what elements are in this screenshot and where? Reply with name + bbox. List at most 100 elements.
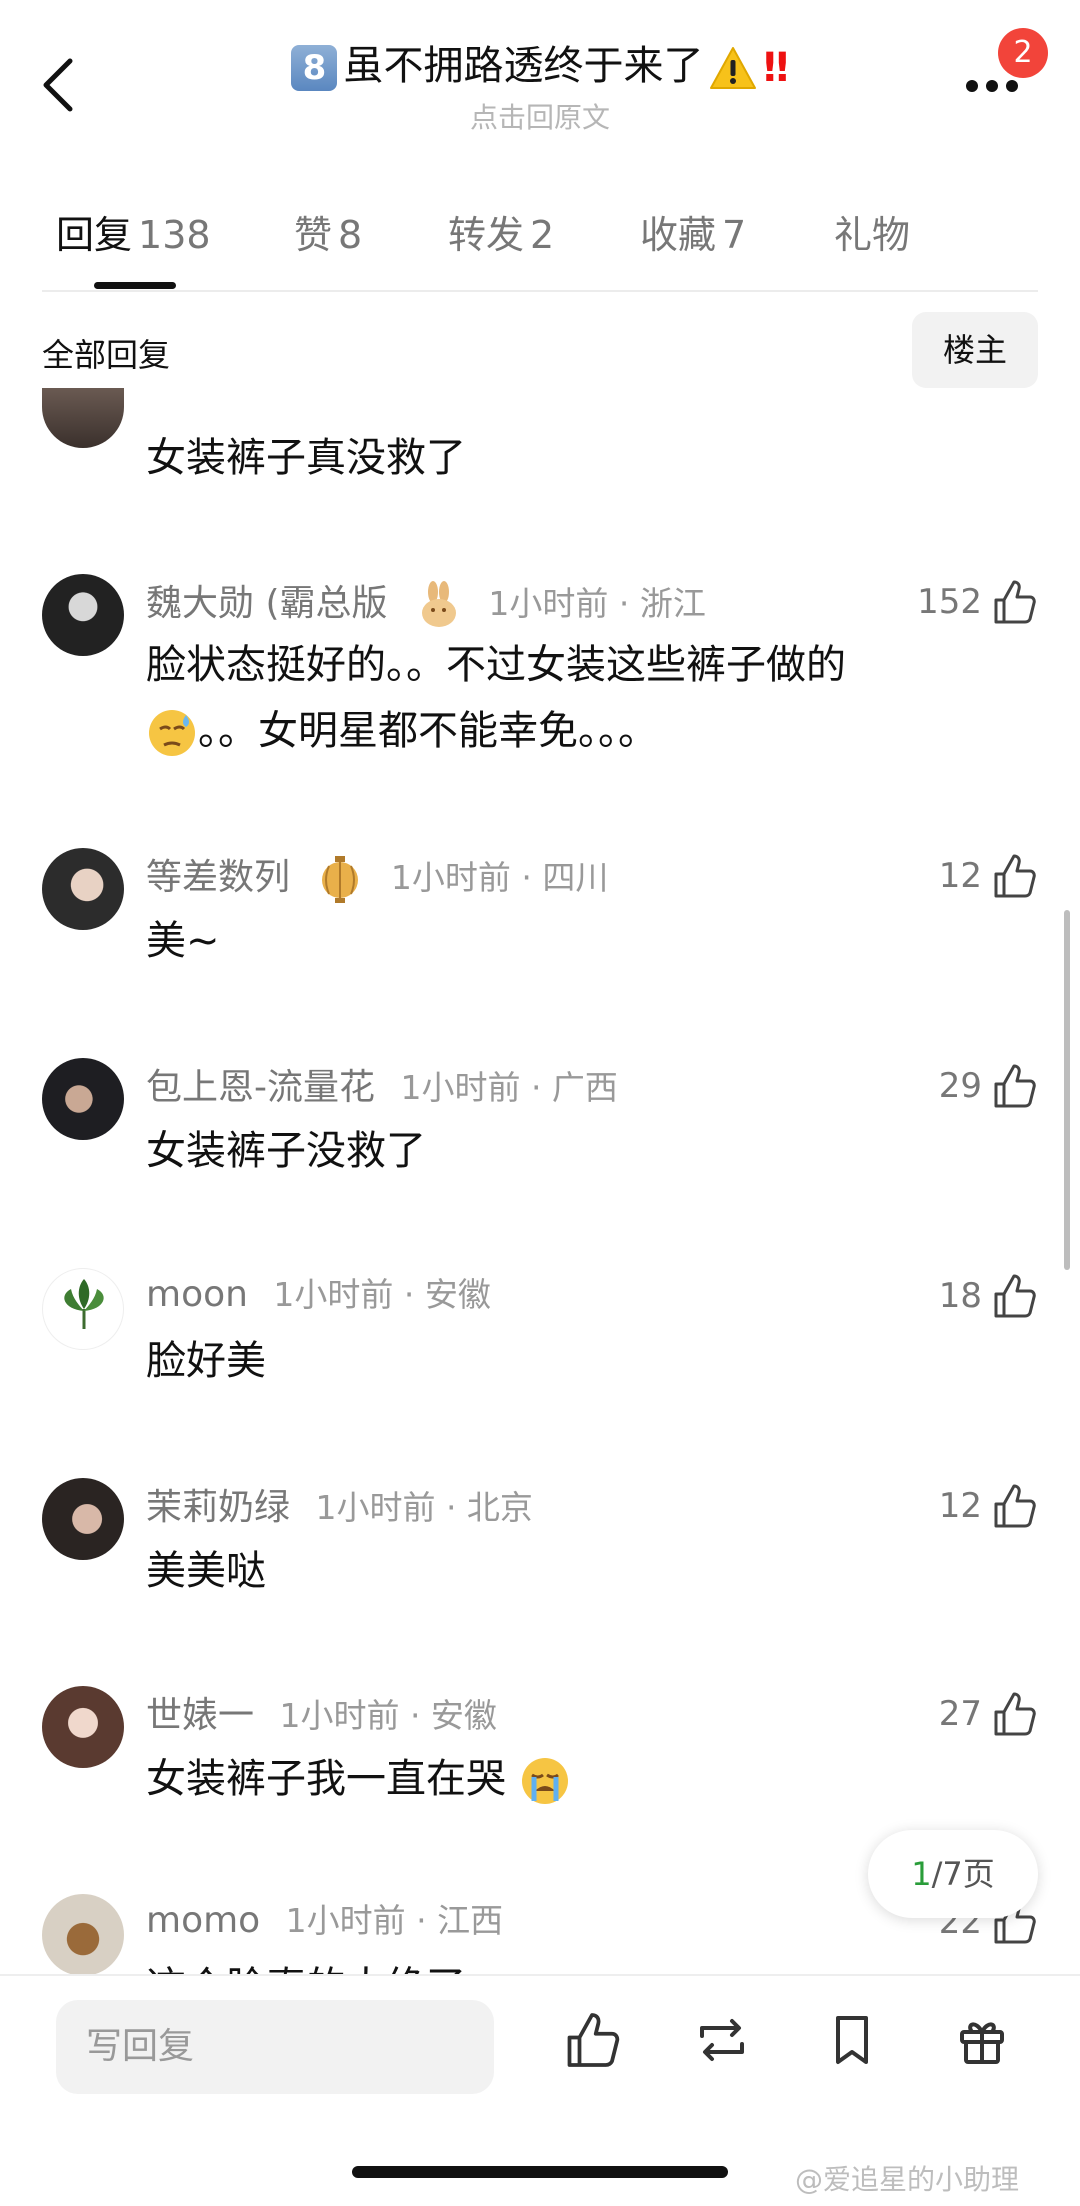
repost-button[interactable] bbox=[692, 2010, 752, 2070]
tab-count: 8 bbox=[338, 213, 363, 257]
post-header[interactable]: 8 虽不拥路透终于来了 ‼ 点击回原文 bbox=[180, 40, 900, 136]
post-title: 虽不拥路透终于来了 bbox=[343, 43, 704, 89]
more-dot-icon bbox=[1006, 80, 1018, 92]
post-title-line[interactable]: 8 虽不拥路透终于来了 ‼ bbox=[180, 40, 900, 94]
timestamp-location: 1小时前 · 四川 bbox=[390, 858, 609, 897]
comment-text: 脸好美 bbox=[146, 1338, 266, 1384]
thumbs-up-icon bbox=[994, 854, 1036, 898]
watermark: @爱追星的小助理 bbox=[795, 2163, 1020, 2196]
tab-reposts[interactable]: 转发 2 bbox=[448, 204, 554, 259]
sweat-face-emoji-icon bbox=[149, 710, 195, 756]
like-button[interactable]: 27 bbox=[880, 1684, 1038, 1744]
total-pages: /7页 bbox=[931, 1855, 995, 1893]
username[interactable]: moon bbox=[146, 1274, 248, 1315]
gift-icon bbox=[960, 2022, 1004, 2064]
thumbs-up-icon bbox=[567, 2013, 620, 2067]
repost-icon bbox=[700, 2019, 744, 2061]
comment-text: 美美哒 bbox=[146, 1548, 266, 1594]
like-count: 12 bbox=[938, 1486, 982, 1526]
comment-text-line: 脸状态挺好的。。不过女装这些裤子做的 bbox=[146, 642, 846, 688]
double-exclamation-icon: ‼ bbox=[763, 45, 789, 91]
avatar[interactable] bbox=[42, 1686, 124, 1768]
avatar[interactable] bbox=[42, 1478, 124, 1560]
leaf-icon bbox=[64, 1279, 104, 1329]
comment-meta: 魏大勋 (霸总版 1小时前 · 浙江 bbox=[146, 574, 706, 630]
like-count: 27 bbox=[938, 1694, 982, 1734]
username[interactable]: momo bbox=[146, 1900, 260, 1941]
tab-count: 138 bbox=[138, 213, 211, 257]
timestamp-location: 1小时前 · 安徽 bbox=[273, 1275, 491, 1314]
thumbs-up-icon bbox=[994, 1064, 1036, 1108]
tab-label: 收藏 bbox=[640, 213, 717, 257]
comment-text: 脸状态挺好的。。不过女装这些裤子做的 。。女明星都不能幸免。。。 bbox=[146, 632, 936, 764]
like-count: 29 bbox=[938, 1066, 982, 1106]
all-replies-filter[interactable]: 全部回复 bbox=[42, 330, 170, 376]
comment-meta: momo 1小时前 · 江西 bbox=[146, 1894, 503, 1942]
like-button[interactable]: 12 bbox=[880, 846, 1038, 906]
tab-count: 2 bbox=[530, 213, 555, 257]
op-only-button[interactable]: 楼主 bbox=[912, 312, 1038, 388]
home-indicator[interactable] bbox=[352, 2166, 728, 2178]
comment-text-line: 。。女明星都不能幸免。。。 bbox=[198, 708, 658, 754]
like-button[interactable]: 18 bbox=[880, 1266, 1038, 1326]
comment-meta: moon 1小时前 · 安徽 bbox=[146, 1268, 491, 1316]
comment-text: 女装裤子真没救了 bbox=[146, 435, 466, 481]
warning-icon bbox=[710, 47, 757, 89]
page-indicator[interactable]: 1/7页 bbox=[868, 1830, 1038, 1918]
username[interactable]: 世婊一 bbox=[146, 1695, 254, 1736]
bookmark-button[interactable] bbox=[822, 2010, 882, 2070]
number-badge: 8 bbox=[291, 45, 338, 91]
like-button[interactable]: 152 bbox=[880, 572, 1038, 632]
timestamp-location: 1小时前 · 安徽 bbox=[279, 1696, 497, 1735]
avatar[interactable] bbox=[42, 1268, 124, 1350]
timestamp-location: 1小时前 · 广西 bbox=[400, 1068, 618, 1107]
bookmark-icon bbox=[836, 2016, 868, 2064]
comment-text: 女装裤子没救了 bbox=[146, 1128, 426, 1174]
thumbs-up-icon bbox=[994, 1484, 1036, 1528]
tab-label: 礼物 bbox=[834, 213, 911, 257]
timestamp-location: 1小时前 · 浙江 bbox=[488, 584, 706, 623]
like-post-button[interactable] bbox=[562, 2010, 622, 2070]
comment-meta: 包上恩-流量花 1小时前 · 广西 bbox=[146, 1058, 618, 1110]
scrollbar[interactable] bbox=[1064, 910, 1070, 1270]
timestamp-location: 1小时前 · 江西 bbox=[285, 1901, 504, 1940]
divider bbox=[42, 290, 1038, 292]
back-to-original-link[interactable]: 点击回原文 bbox=[180, 96, 900, 136]
like-button[interactable]: 12 bbox=[880, 1476, 1038, 1536]
like-count: 12 bbox=[938, 856, 982, 896]
current-page: 1 bbox=[911, 1855, 932, 1893]
like-button[interactable]: 29 bbox=[880, 1056, 1038, 1116]
avatar[interactable] bbox=[42, 848, 124, 930]
more-dot-icon bbox=[966, 80, 978, 92]
comment-text-line: 女装裤子我一直在哭 bbox=[146, 1756, 506, 1802]
crying-face-emoji-icon bbox=[521, 1758, 568, 1804]
thumbs-up-icon bbox=[994, 1692, 1036, 1736]
comment-text: 美~ bbox=[146, 918, 220, 964]
avatar[interactable] bbox=[42, 574, 124, 656]
gift-button[interactable] bbox=[952, 2010, 1012, 2070]
comment-meta: 茉莉奶绿 1小时前 · 北京 bbox=[146, 1478, 533, 1530]
username[interactable]: 魏大勋 (霸总版 bbox=[146, 583, 388, 624]
tab-favorites[interactable]: 收藏 7 bbox=[640, 204, 746, 259]
notification-badge: 2 bbox=[998, 28, 1048, 78]
tab-likes[interactable]: 赞8 bbox=[294, 204, 362, 259]
comment-meta: 等差数列 1小时前 · 四川 bbox=[146, 848, 608, 904]
tab-replies[interactable]: 回复 138 bbox=[56, 204, 211, 259]
tab-label: 赞 bbox=[294, 213, 333, 257]
username[interactable]: 茉莉奶绿 bbox=[146, 1487, 290, 1528]
username[interactable]: 等差数列 bbox=[146, 857, 290, 898]
avatar[interactable] bbox=[42, 1894, 124, 1976]
like-count: 152 bbox=[917, 582, 982, 622]
tab-label: 回复 bbox=[56, 213, 133, 257]
avatar[interactable] bbox=[42, 388, 124, 448]
like-count: 18 bbox=[938, 1276, 982, 1316]
reply-input[interactable]: 写回复 bbox=[56, 2000, 494, 2094]
thumbs-up-icon bbox=[994, 1274, 1036, 1318]
back-button[interactable] bbox=[38, 55, 78, 115]
tab-gifts[interactable]: 礼物 bbox=[834, 204, 910, 259]
avatar[interactable] bbox=[42, 1058, 124, 1140]
rabbit-badge-icon bbox=[421, 581, 456, 627]
more-dot-icon bbox=[986, 80, 998, 92]
username[interactable]: 包上恩-流量花 bbox=[146, 1067, 375, 1108]
chevron-left-icon bbox=[43, 58, 73, 112]
